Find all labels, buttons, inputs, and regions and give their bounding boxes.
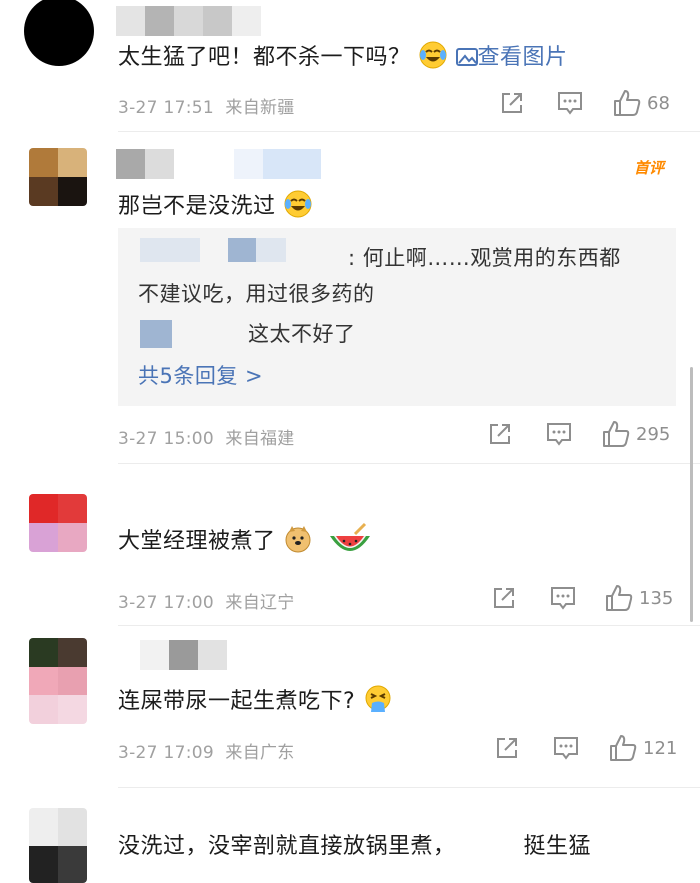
share-button[interactable] — [488, 422, 512, 446]
view-image-link[interactable]: 查看图片 — [455, 45, 568, 70]
share-icon — [494, 588, 514, 608]
comment-1: 太生猛了吧！都不杀一下吗？ 查看图片 3-27 17:51 来自新疆 68 — [0, 0, 700, 132]
watermelon-emoji — [327, 522, 373, 562]
like-icon — [610, 735, 637, 761]
comment-text: 大堂经理被煮了 — [118, 522, 373, 562]
avatar[interactable] — [29, 148, 87, 206]
laugh-cry-emoji — [418, 40, 448, 70]
username-blurred[interactable] — [140, 640, 227, 670]
comment-button[interactable] — [553, 736, 579, 760]
comment-2: 首评 那岂不是没洗过 : 何止啊……观赏用的东西都 不建议吃，用过很多药的 这太… — [0, 132, 700, 464]
like-icon — [606, 585, 633, 611]
comment-3: 大堂经理被煮了 3-27 17:00 来自辽宁 135 — [0, 464, 700, 626]
comment-meta: 3-27 17:09 来自广东 — [118, 743, 295, 763]
like-count: 135 — [639, 587, 674, 609]
vomit-emoji — [363, 684, 393, 714]
share-button[interactable] — [495, 736, 519, 760]
comment-text: 那岂不是没洗过 — [118, 189, 313, 222]
reply-text: : 何止啊……观赏用的东西都 — [348, 246, 621, 270]
avatar[interactable] — [29, 638, 87, 724]
comment-icon — [558, 92, 582, 115]
share-icon — [502, 93, 522, 113]
reply-preview[interactable]: : 何止啊……观赏用的东西都 不建议吃，用过很多药的 这太不好了 共5条回复 > — [118, 228, 676, 406]
username-blurred[interactable] — [116, 6, 261, 36]
like-count: 121 — [643, 737, 678, 759]
comment-button[interactable] — [557, 91, 583, 115]
comment-icon — [554, 737, 578, 760]
comment-text: 太生猛了吧！都不杀一下吗？ 查看图片 — [118, 40, 568, 73]
like-button[interactable]: 68 — [613, 89, 670, 117]
comment-button[interactable] — [550, 586, 576, 610]
comment-5: 没洗过，没宰剖就直接放锅里煮， 挺生猛 — [0, 788, 700, 883]
comment-4: 连屎带尿一起生煮吃下? 3-27 17:09 来自广东 121 — [0, 626, 700, 788]
like-count: 68 — [647, 92, 670, 114]
share-button[interactable] — [492, 586, 516, 610]
like-button[interactable]: 135 — [605, 584, 673, 612]
reply-user-blurred — [140, 238, 286, 262]
doge-emoji — [283, 524, 313, 554]
comment-meta: 3-27 17:00 来自辽宁 — [118, 593, 295, 613]
reply-text: 这太不好了 — [248, 322, 356, 346]
comment-button[interactable] — [546, 422, 572, 446]
comment-icon — [551, 587, 575, 610]
image-icon — [455, 48, 478, 66]
avatar[interactable] — [29, 808, 87, 883]
comment-text: 没洗过，没宰剖就直接放锅里煮， 挺生猛 — [118, 834, 592, 859]
comment-meta: 3-27 15:00 来自福建 — [118, 429, 295, 449]
avatar[interactable] — [29, 494, 87, 552]
comment-text: 连屎带尿一起生煮吃下? — [118, 684, 393, 717]
laugh-cry-emoji — [283, 189, 313, 219]
like-icon — [603, 421, 630, 447]
share-icon — [490, 424, 510, 444]
like-count: 295 — [636, 423, 671, 445]
scrollbar[interactable] — [690, 367, 693, 622]
username-blurred[interactable] — [116, 149, 321, 179]
more-replies-link[interactable]: 共5条回复 > — [138, 360, 263, 390]
comment-meta: 3-27 17:51 来自新疆 — [118, 98, 295, 118]
like-button[interactable]: 295 — [602, 420, 670, 448]
reply-text: 不建议吃，用过很多药的 — [138, 282, 375, 306]
like-button[interactable]: 121 — [609, 734, 677, 762]
share-button[interactable] — [500, 91, 524, 115]
share-icon — [497, 738, 517, 758]
avatar[interactable] — [24, 0, 94, 66]
first-comment-badge: 首评 — [634, 159, 665, 177]
comment-icon — [547, 423, 571, 446]
like-icon — [614, 90, 641, 116]
reply-user-blurred — [140, 320, 172, 348]
